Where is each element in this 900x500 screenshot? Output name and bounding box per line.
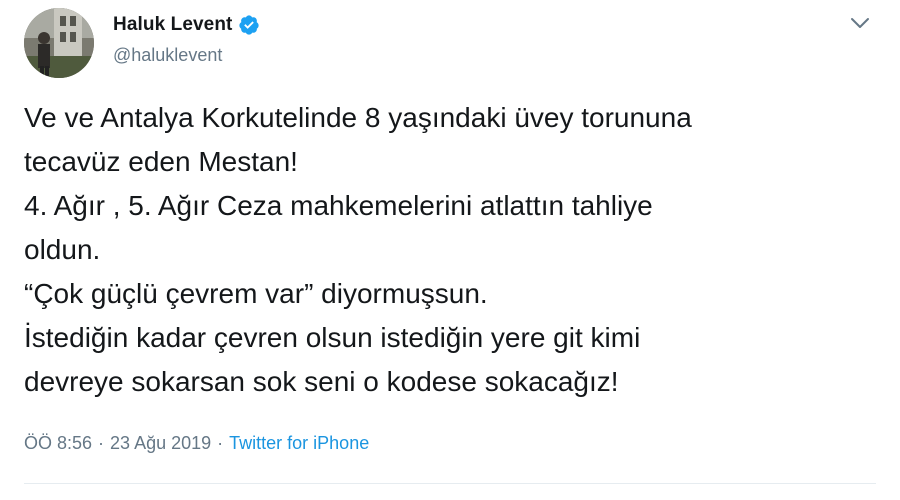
- tweet-meta: ÖÖ 8:56 · 23 Ağu 2019 · Twitter for iPho…: [24, 433, 369, 454]
- avatar-photo: [24, 8, 94, 78]
- tweet-text-line: tecavüz eden Mestan!: [24, 146, 298, 177]
- tweet-card: Haluk Levent @haluklevent Ve ve Antalya …: [0, 0, 900, 500]
- meta-separator: ·: [217, 433, 224, 453]
- avatar[interactable]: [24, 8, 94, 78]
- author-display-name[interactable]: Haluk Levent: [113, 14, 232, 36]
- verified-badge-icon: [238, 14, 260, 36]
- tweet-text: Ve ve Antalya Korkutelinde 8 yaşındaki ü…: [24, 96, 874, 404]
- tweet-text-line: oldun.: [24, 234, 101, 265]
- divider: [24, 483, 876, 484]
- tweet-time[interactable]: ÖÖ 8:56: [24, 433, 92, 454]
- tweet-text-line: “Çok güçlü çevrem var” diyormuşsun.: [24, 278, 488, 309]
- tweet-text-line: İstediğin kadar çevren olsun istediğin y…: [24, 322, 641, 353]
- tweet-text-line: devreye sokarsan sok seni o kodese sokac…: [24, 366, 619, 397]
- chevron-down-icon[interactable]: [850, 16, 870, 30]
- tweet-text-line: 4. Ağır , 5. Ağır Ceza mahkemelerini atl…: [24, 190, 653, 221]
- tweet-date[interactable]: 23 Ağu 2019: [110, 433, 211, 454]
- meta-separator: ·: [98, 433, 105, 453]
- tweet-text-line: Ve ve Antalya Korkutelinde 8 yaşındaki ü…: [24, 102, 692, 133]
- tweet-source-link[interactable]: Twitter for iPhone: [229, 433, 369, 454]
- author-handle[interactable]: @haluklevent: [113, 45, 222, 66]
- author-name-row: Haluk Levent: [113, 14, 260, 36]
